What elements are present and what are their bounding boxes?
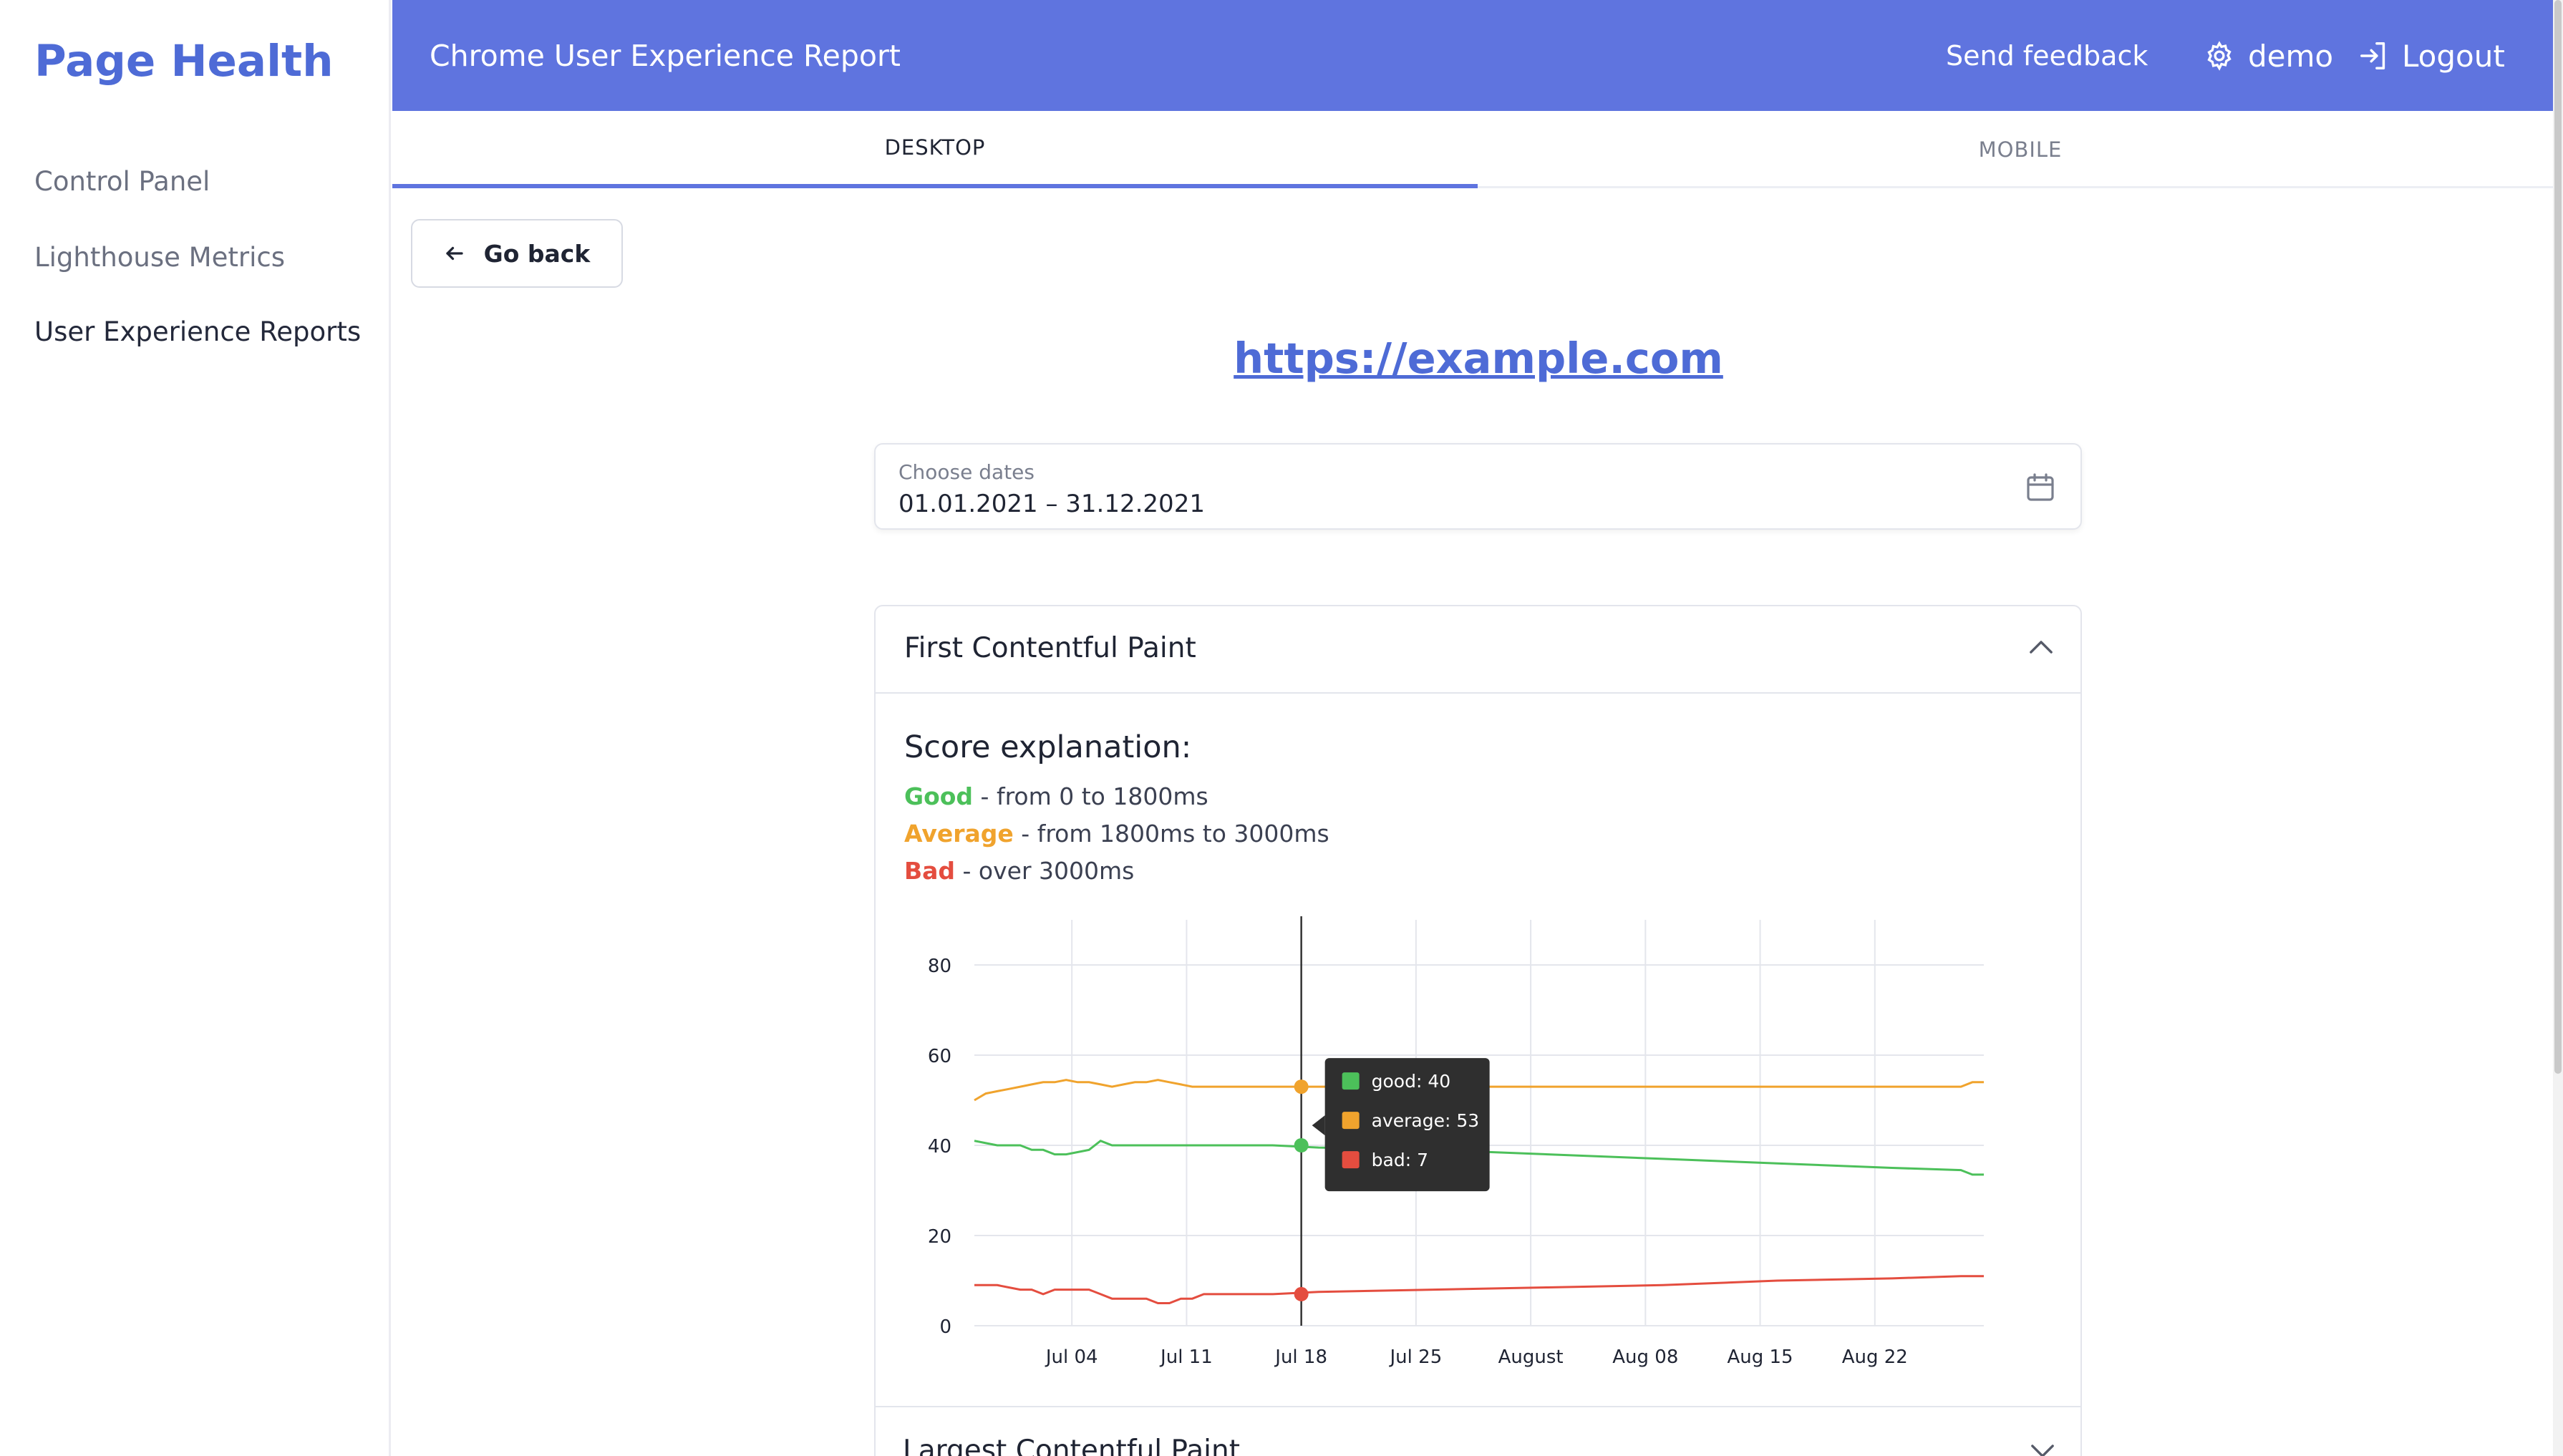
bad-range: - over 3000ms: [955, 857, 1135, 885]
y-tick-label: 60: [928, 1046, 951, 1067]
date-range-value[interactable]: 01.01.2021 – 31.12.2021: [898, 490, 1205, 518]
username: demo: [2248, 38, 2334, 74]
bad-label: Bad: [904, 857, 956, 885]
score-average-line: Average - from 1800ms to 3000ms: [904, 820, 1329, 848]
good-label: Good: [904, 782, 974, 810]
brand-logo[interactable]: Page Health: [34, 36, 334, 87]
top-bar: Chrome User Experience Report Send feedb…: [392, 0, 2563, 111]
x-tick-label: Jul 18: [1274, 1346, 1327, 1368]
arrow-left-icon: [446, 246, 463, 261]
y-tick-label: 80: [928, 956, 951, 977]
send-feedback-link[interactable]: Send feedback: [1946, 40, 2148, 72]
x-tick-label: August: [1498, 1346, 1564, 1368]
tooltip-swatch-good: [1342, 1072, 1360, 1090]
page-title: Chrome User Experience Report: [430, 39, 901, 73]
hover-point-good: [1294, 1138, 1309, 1152]
score-explanation-title: Score explanation:: [904, 729, 1192, 765]
sidebar-item-lighthouse-metrics[interactable]: Lighthouse Metrics: [34, 242, 285, 273]
x-tick-label: Jul 04: [1045, 1346, 1098, 1368]
y-tick-label: 40: [928, 1136, 951, 1157]
tooltip-arrow: [1312, 1115, 1325, 1136]
x-tick-label: Jul 11: [1159, 1346, 1213, 1368]
logout-button[interactable]: Logout: [2358, 36, 2505, 76]
x-tick-label: Aug 08: [1612, 1346, 1678, 1368]
scrollbar-thumb[interactable]: [2554, 0, 2562, 1074]
sidebar-item-user-experience-reports[interactable]: User Experience Reports: [34, 316, 361, 347]
login-arrow-icon: [2360, 42, 2385, 69]
hover-point-average: [1294, 1079, 1309, 1095]
go-back-button[interactable]: Go back: [411, 219, 623, 288]
gear-icon: [2207, 41, 2232, 71]
accordion-title: First Contentful Paint: [904, 632, 1196, 664]
y-tick-label: 0: [939, 1316, 951, 1338]
tooltip-swatch-average: [1342, 1112, 1360, 1130]
chevron-up-icon[interactable]: [2029, 639, 2053, 655]
tooltip-label-average: average: 53: [1372, 1110, 1480, 1131]
tab-desktop[interactable]: DESKTOP: [392, 111, 1478, 188]
series-line-bad: [974, 1275, 1984, 1304]
hover-point-bad: [1294, 1286, 1309, 1301]
good-range: - from 0 to 1800ms: [973, 782, 1208, 810]
x-tick-label: Jul 25: [1389, 1346, 1443, 1368]
accordion-title-lcp: Largest Contentful Paint: [903, 1435, 1241, 1456]
tooltip-label-good: good: 40: [1372, 1071, 1451, 1092]
go-back-label: Go back: [483, 239, 591, 268]
logout-label: Logout: [2402, 38, 2505, 74]
user-settings-button[interactable]: demo: [2204, 36, 2333, 76]
device-tabs: DESKTOP MOBILE: [392, 111, 2563, 188]
date-picker-label: Choose dates: [898, 460, 1035, 484]
tab-mobile[interactable]: MOBILE: [1478, 111, 2563, 188]
accordion-largest-contentful-paint[interactable]: Largest Contentful Paint: [874, 1406, 2082, 1456]
tooltip-label-bad: bad: 7: [1372, 1150, 1428, 1170]
x-tick-label: Aug 22: [1842, 1346, 1908, 1368]
sidebar: Page Health Control Panel Lighthouse Met…: [0, 0, 391, 1456]
sidebar-item-control-panel[interactable]: Control Panel: [34, 166, 210, 197]
x-tick-label: Aug 15: [1727, 1346, 1793, 1368]
fcp-line-chart[interactable]: 0 20 40 60 80 Jul 04 Jul 11 Jul 18 Jul 25 August A…: [874, 909, 2082, 1382]
average-range: - from 1800ms to 3000ms: [1013, 820, 1329, 848]
accordion-header[interactable]: First Contentful Paint: [876, 606, 2080, 694]
date-range-picker[interactable]: Choose dates 01.01.2021 – 31.12.2021: [874, 443, 2082, 530]
score-good-line: Good - from 0 to 1800ms: [904, 782, 1208, 810]
calendar-icon[interactable]: [2023, 470, 2058, 505]
site-url-link[interactable]: https://example.com: [873, 334, 2083, 383]
tooltip-swatch-bad: [1342, 1151, 1360, 1169]
score-bad-line: Bad - over 3000ms: [904, 857, 1134, 885]
y-tick-label: 20: [928, 1226, 951, 1248]
chevron-down-icon[interactable]: [2030, 1443, 2055, 1456]
average-label: Average: [904, 820, 1014, 848]
